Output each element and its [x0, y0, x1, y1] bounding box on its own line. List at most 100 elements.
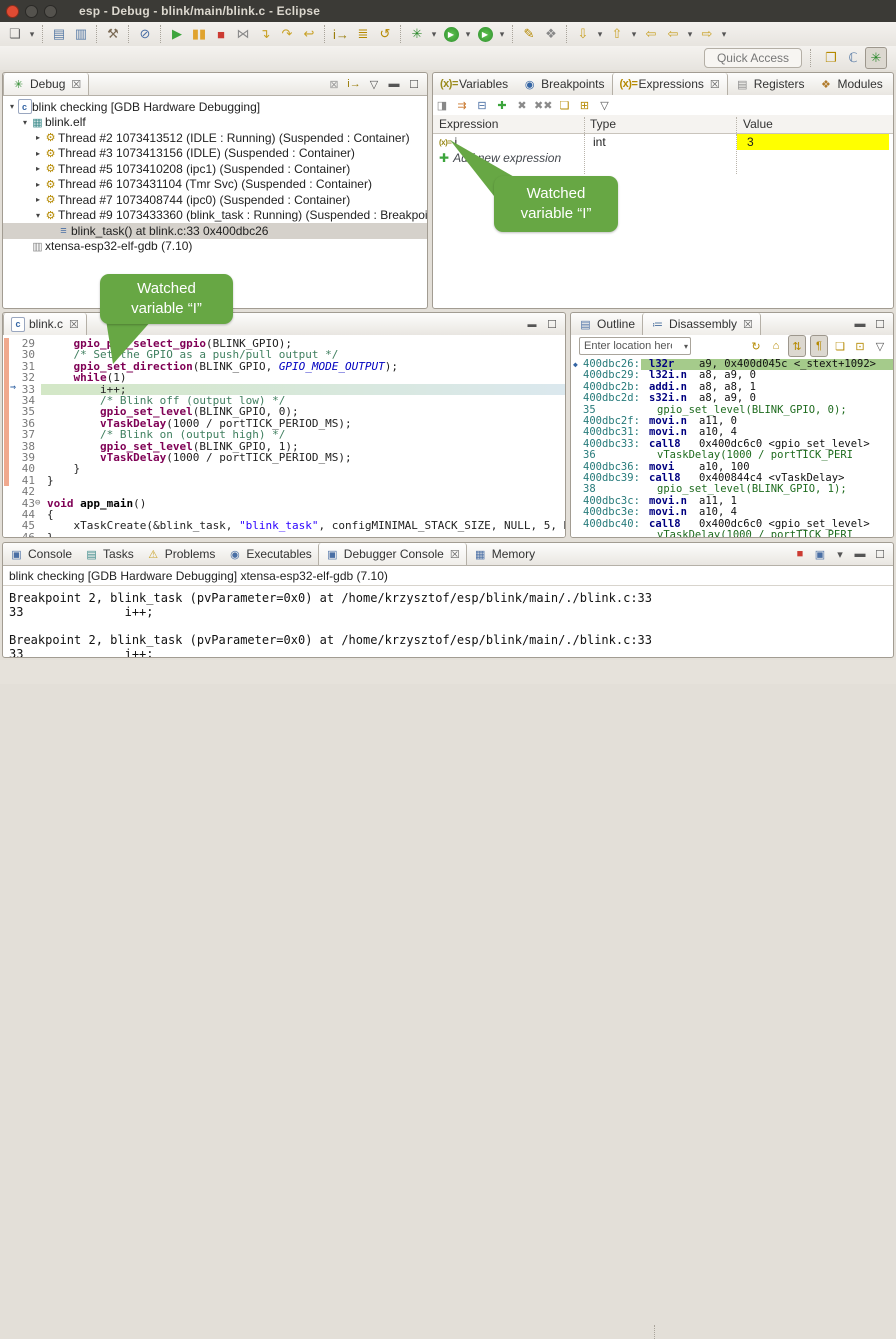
- tree-expander-icon[interactable]: ▸: [33, 195, 43, 204]
- close-icon[interactable]: ☒: [71, 78, 81, 91]
- location-combo[interactable]: Enter location here ▾: [579, 337, 691, 355]
- tab-executables[interactable]: ◉Executables: [221, 543, 317, 565]
- show-type-names-icon[interactable]: ◨: [434, 95, 450, 115]
- debug-tree-row[interactable]: ▸⚙Thread #7 1073408744 (ipc0) (Suspended…: [3, 192, 427, 208]
- tab-modules[interactable]: ❖Modules: [811, 73, 889, 95]
- chevron-down-icon[interactable]: ▾: [684, 342, 688, 351]
- debug-tree-row[interactable]: ≡blink_task() at blink.c:33 0x400dbc26: [3, 223, 427, 239]
- step-return-icon[interactable]: ↩: [299, 24, 319, 44]
- minimize-icon[interactable]: ▬: [524, 314, 540, 334]
- column-type[interactable]: Type: [590, 117, 616, 131]
- previous-annotation-caret-icon[interactable]: ▾: [629, 24, 639, 44]
- column-expression[interactable]: Expression: [439, 117, 498, 131]
- debug-icon[interactable]: ✳: [407, 24, 427, 44]
- remove-expression-icon[interactable]: ✖: [514, 95, 530, 115]
- maximize-icon[interactable]: ☐: [544, 314, 560, 334]
- window-maximize-button[interactable]: [44, 5, 57, 18]
- run-icon[interactable]: ▶: [441, 24, 461, 44]
- external-tools-icon[interactable]: ▶: [475, 24, 495, 44]
- terminate-icon[interactable]: ■: [211, 24, 231, 44]
- tab-console[interactable]: ▣Console: [3, 543, 78, 565]
- maximize-icon[interactable]: ☐: [406, 74, 422, 94]
- skip-breakpoints-icon[interactable]: ⊘: [135, 24, 155, 44]
- view-menu-icon[interactable]: ▽: [366, 74, 382, 94]
- debug-perspective-icon[interactable]: ✳: [865, 47, 887, 69]
- pin-view-icon[interactable]: ⊞: [576, 95, 592, 115]
- save-all-icon[interactable]: ▥: [71, 24, 91, 44]
- window-minimize-button[interactable]: [25, 5, 38, 18]
- new-wizard-caret-icon[interactable]: ▾: [27, 24, 37, 44]
- last-edit-location-icon[interactable]: ⇦: [641, 24, 661, 44]
- step-into-icon[interactable]: ↴: [255, 24, 275, 44]
- tree-expander-icon[interactable]: ▸: [33, 164, 43, 173]
- fold-minus-icon[interactable]: ⊖: [35, 498, 40, 509]
- instruction-stepping-icon[interactable]: i→: [346, 74, 362, 94]
- previous-annotation-icon[interactable]: ⇧: [607, 24, 627, 44]
- show-logical-structure-icon[interactable]: ⇉: [454, 95, 470, 115]
- tab-tasks[interactable]: ▤Tasks: [78, 543, 140, 565]
- tree-expander-icon[interactable]: ▾: [33, 211, 43, 220]
- display-selected-console-icon[interactable]: ▣: [812, 544, 828, 564]
- disconnect-icon[interactable]: ⋈: [233, 24, 253, 44]
- minimize-icon[interactable]: ▬: [891, 74, 894, 94]
- forward-icon[interactable]: ⇨: [697, 24, 717, 44]
- code-editor[interactable]: 29 gpio_pad_select_gpio(BLINK_GPIO);30 /…: [3, 335, 565, 537]
- tab-outline[interactable]: ▤Outline: [571, 313, 642, 335]
- view-menu-icon[interactable]: ▽: [872, 336, 888, 356]
- terminate-console-icon[interactable]: ■: [792, 544, 808, 564]
- debug-tree-row[interactable]: ▥xtensa-esp32-elf-gdb (7.10): [3, 239, 427, 255]
- tab-problems[interactable]: ⚠Problems: [140, 543, 222, 565]
- add-expression-icon[interactable]: ✚: [494, 95, 510, 115]
- close-icon[interactable]: ☒: [743, 318, 753, 331]
- window-close-button[interactable]: [6, 5, 19, 18]
- tree-expander-icon[interactable]: ▸: [33, 133, 43, 142]
- show-source-icon[interactable]: ¶: [810, 335, 828, 357]
- debug-tree-row[interactable]: ▸⚙Thread #5 1073410208 (ipc1) (Suspended…: [3, 161, 427, 177]
- resume-icon[interactable]: ▶: [167, 24, 187, 44]
- close-icon[interactable]: ☒: [450, 548, 460, 561]
- minimize-icon[interactable]: ▬: [386, 74, 402, 94]
- debug-caret-icon[interactable]: ▾: [429, 24, 439, 44]
- debug-tree-row[interactable]: ▸⚙Thread #3 1073413156 (IDLE) (Suspended…: [3, 146, 427, 162]
- tab-memory[interactable]: ▦Memory: [467, 543, 541, 565]
- view-menu-caret-icon[interactable]: ▾: [832, 544, 848, 564]
- tab-disassembly[interactable]: ≔Disassembly☒: [642, 313, 761, 335]
- cpp-perspective-icon[interactable]: ℂ: [843, 48, 863, 68]
- sync-selection-icon[interactable]: ⇅: [788, 335, 806, 357]
- minimize-icon[interactable]: ▬: [852, 544, 868, 564]
- new-wizard-icon[interactable]: ❏: [5, 24, 25, 44]
- tab-blink-c[interactable]: c blink.c ☒: [3, 313, 87, 335]
- next-annotation-icon[interactable]: ⇩: [573, 24, 593, 44]
- close-icon[interactable]: ☒: [710, 78, 720, 91]
- back-caret-icon[interactable]: ▾: [685, 24, 695, 44]
- step-over-icon[interactable]: ↷: [277, 24, 297, 44]
- restart-icon[interactable]: ↺: [375, 24, 395, 44]
- tree-expander-icon[interactable]: ▾: [20, 118, 30, 127]
- refresh-icon[interactable]: ↻: [748, 336, 764, 356]
- back-icon[interactable]: ⇦: [663, 24, 683, 44]
- debug-tree-row[interactable]: ▾▦blink.elf: [3, 115, 427, 131]
- disassembly-body[interactable]: ◆400dbc26:l32ra9, 0x400d045c <_stext+109…: [571, 357, 893, 537]
- tab-expressions[interactable]: (x)=Expressions☒: [612, 73, 728, 95]
- tab-variables[interactable]: (x)=Variables: [433, 73, 515, 95]
- tree-expander-icon[interactable]: ▸: [33, 149, 43, 158]
- remove-all-expressions-icon[interactable]: ✖✖: [534, 95, 552, 115]
- open-type-icon[interactable]: ❖: [541, 24, 561, 44]
- tab-registers[interactable]: ▤Registers: [728, 73, 812, 95]
- debug-tree-row[interactable]: ▾cblink checking [GDB Hardware Debugging…: [3, 99, 427, 115]
- tree-expander-icon[interactable]: ▾: [7, 102, 17, 111]
- tab-debug[interactable]: ✳ Debug ☒: [3, 73, 89, 95]
- run-caret-icon[interactable]: ▾: [463, 24, 473, 44]
- instruction-stepping-icon[interactable]: i→: [331, 24, 351, 44]
- view-menu-icon[interactable]: ▽: [596, 95, 612, 115]
- minimize-icon[interactable]: ▬: [852, 314, 868, 334]
- new-view-icon[interactable]: ❏: [832, 336, 848, 356]
- debug-tree-row[interactable]: ▸⚙Thread #2 1073413512 (IDLE : Running) …: [3, 130, 427, 146]
- debug-tree-row[interactable]: ▸⚙Thread #6 1073431104 (Tmr Svc) (Suspen…: [3, 177, 427, 193]
- debug-tree-row[interactable]: ▾⚙Thread #9 1073433360 (blink_task : Run…: [3, 208, 427, 224]
- home-icon[interactable]: ⌂: [768, 336, 784, 356]
- collapse-all-icon[interactable]: ⊟: [474, 95, 490, 115]
- new-view-icon[interactable]: ❏: [556, 95, 572, 115]
- maximize-icon[interactable]: ☐: [872, 314, 888, 334]
- save-icon[interactable]: ▤: [49, 24, 69, 44]
